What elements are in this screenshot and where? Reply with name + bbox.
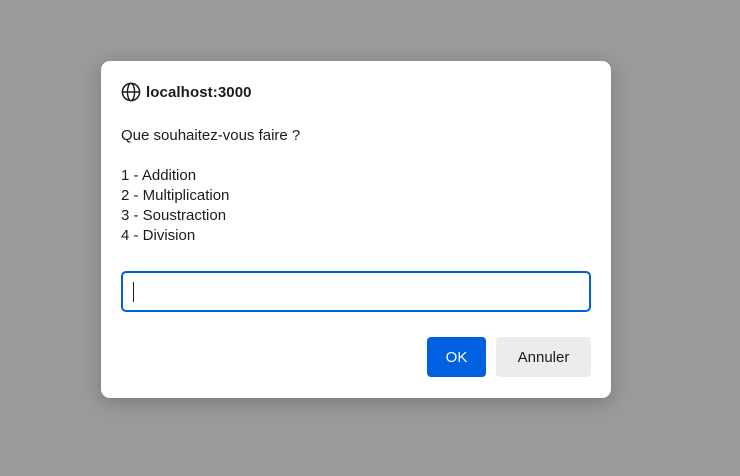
dialog-origin: localhost:3000 [146, 83, 252, 101]
message-line: 1 - Addition [121, 167, 197, 184]
prompt-dialog: localhost:3000 Que souhaitez-vous faire … [101, 61, 611, 398]
message-line: 2 - Multiplication [121, 187, 230, 204]
dialog-header: localhost:3000 [121, 81, 252, 103]
prompt-input[interactable] [123, 273, 589, 310]
message-line [121, 146, 300, 166]
ok-button[interactable]: OK [427, 337, 486, 377]
globe-icon [121, 82, 141, 102]
prompt-input-wrapper[interactable] [121, 271, 591, 312]
message-line: 3 - Soustraction [121, 207, 227, 224]
text-caret [133, 282, 134, 302]
message-line: 4 - Division [121, 227, 196, 244]
dialog-buttons: OK Annuler [427, 337, 591, 377]
message-line: Que souhaitez-vous faire ? [121, 127, 301, 144]
cancel-button[interactable]: Annuler [496, 337, 591, 377]
dialog-message: Que souhaitez-vous faire ? 1 - Addition … [121, 126, 300, 246]
